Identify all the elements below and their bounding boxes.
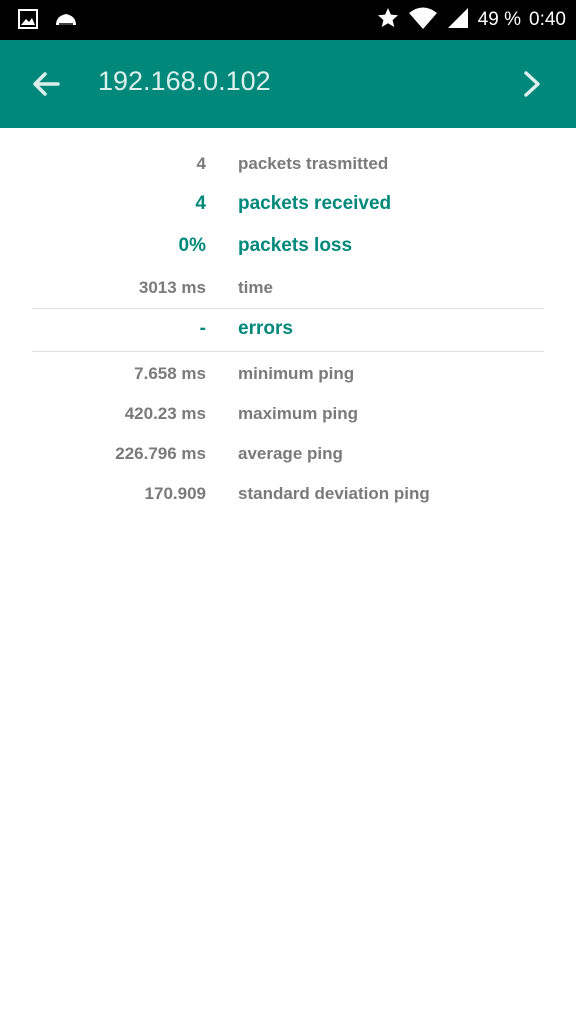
time-label: time xyxy=(238,278,273,297)
app-bar: 192.168.0.102 xyxy=(0,40,576,128)
stat-row-min: 7.658 ms minimum ping xyxy=(0,354,576,394)
ping-results: 4 packets trasmitted 4 packets received … xyxy=(0,128,576,514)
average-ping-label: average ping xyxy=(238,444,343,463)
standard-deviation-label: standard deviation ping xyxy=(238,484,430,503)
star-icon xyxy=(376,6,400,35)
battery-level: 49 % xyxy=(477,9,522,30)
maximum-ping-label: maximum ping xyxy=(238,404,358,423)
minimum-ping-label: minimum ping xyxy=(238,364,355,383)
packets-received-label: packets received xyxy=(238,193,392,214)
packets-transmitted-value: 4 xyxy=(196,154,206,173)
packets-loss-value: 0% xyxy=(178,235,206,256)
packets-received-value: 4 xyxy=(195,193,206,214)
stat-row-avg: 226.796 ms average ping xyxy=(0,434,576,474)
minimum-ping-value: 7.658 ms xyxy=(134,364,206,383)
stat-row-mdev: 170.909 standard deviation ping xyxy=(0,474,576,514)
signal-icon xyxy=(446,6,470,35)
maximum-ping-value: 420.23 ms xyxy=(124,404,206,423)
image-icon xyxy=(18,9,38,34)
standard-deviation-value: 170.909 xyxy=(144,484,206,503)
chevron-right-icon[interactable] xyxy=(520,68,544,100)
stat-row-time: 3013 ms time xyxy=(0,268,576,308)
wifi-icon xyxy=(408,6,438,35)
cloud-icon xyxy=(54,10,78,33)
packets-transmitted-label: packets trasmitted xyxy=(238,154,389,173)
stat-row-max: 420.23 ms maximum ping xyxy=(0,394,576,434)
page-title: 192.168.0.102 xyxy=(98,66,271,96)
arrow-left-icon[interactable] xyxy=(30,68,62,100)
errors-label: errors xyxy=(238,318,293,339)
packets-loss-label: packets loss xyxy=(238,235,353,256)
time-value: 3013 ms xyxy=(138,278,206,297)
stat-row-loss: 0% packets loss xyxy=(0,226,576,268)
status-bar: 49 % 0:40 xyxy=(0,0,576,40)
stat-row-transmitted: 4 packets trasmitted xyxy=(0,144,576,184)
average-ping-value: 226.796 ms xyxy=(115,444,206,463)
errors-value: - xyxy=(199,318,206,339)
clock: 0:40 xyxy=(529,9,566,30)
stat-row-errors: - errors xyxy=(0,309,576,351)
stat-row-received: 4 packets received xyxy=(0,184,576,226)
